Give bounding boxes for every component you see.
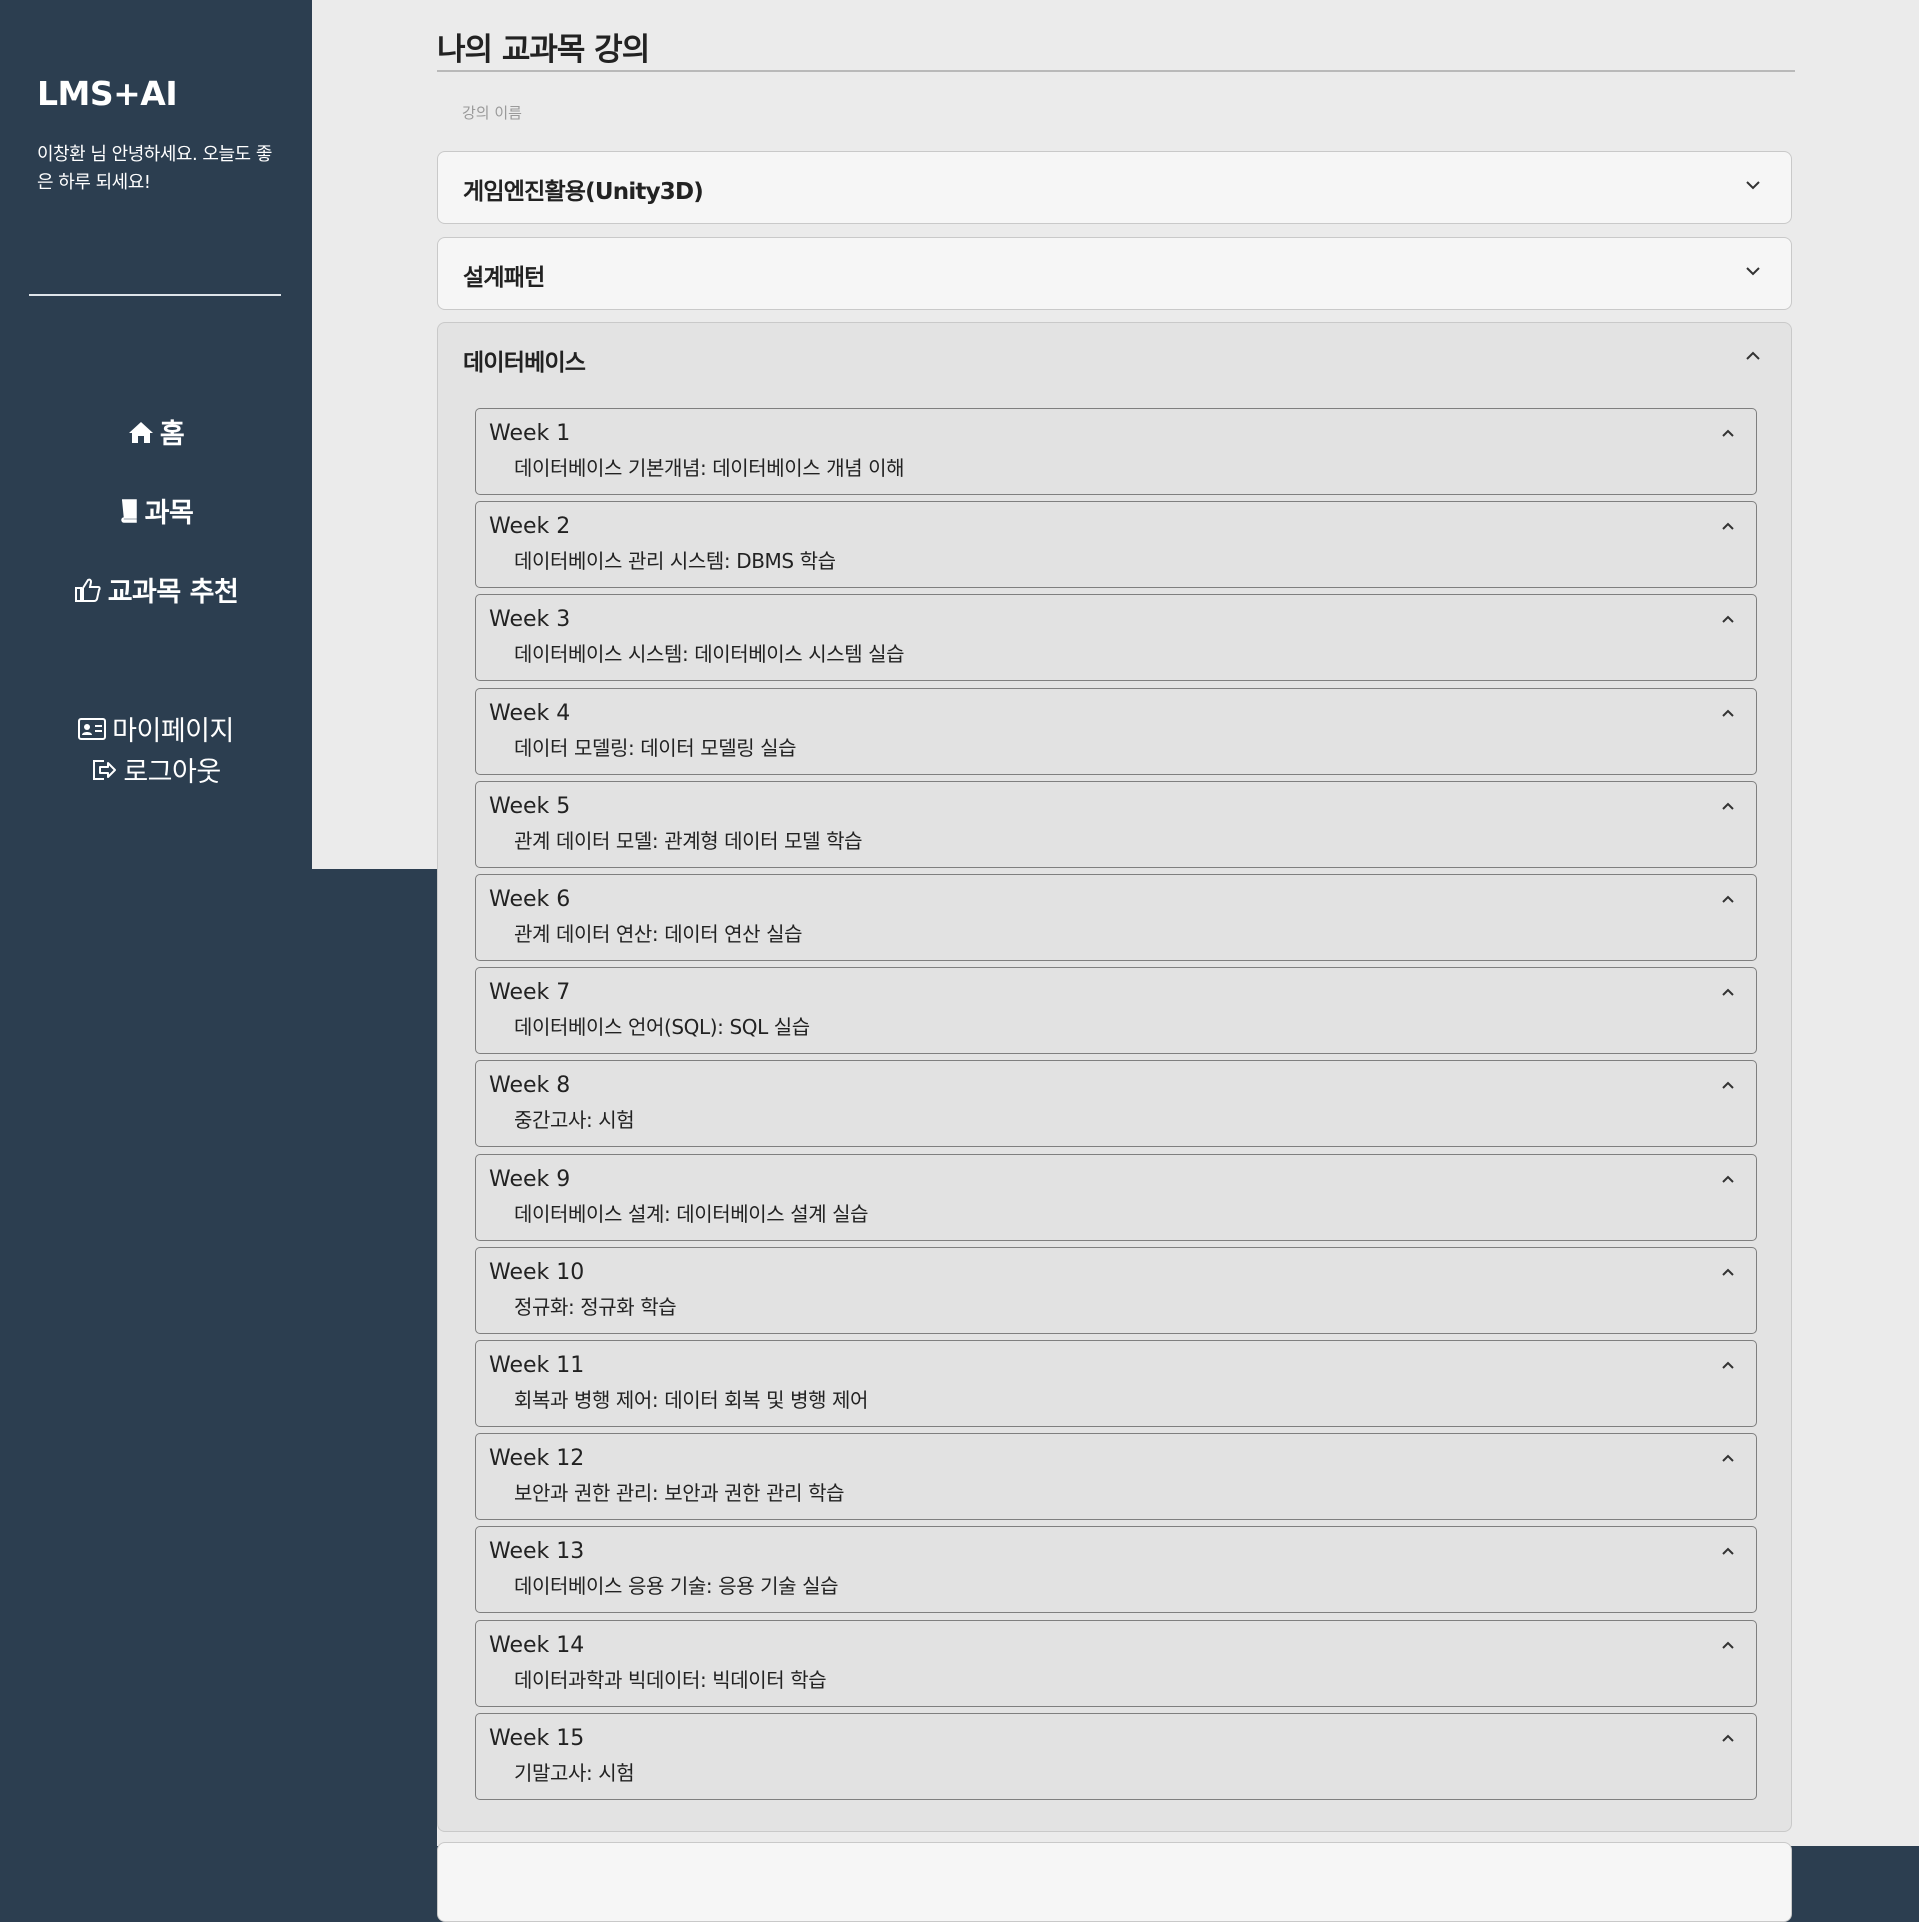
week-topic: 관계 데이터 모델: 관계형 데이터 모델 학습 <box>514 829 863 853</box>
nav-label-course: 과목 <box>144 498 194 529</box>
column-label: 강의 이름 <box>462 104 522 122</box>
course-header[interactable]: 게임엔진활용(Unity3D) <box>438 152 1791 224</box>
greeting-text: 이창환 님 안녕하세요. 오늘도 좋은 하루 되세요! <box>37 144 272 193</box>
week-topic: 데이터베이스 언어(SQL): SQL 실습 <box>514 1015 810 1039</box>
week-label: Week 15 <box>489 1726 585 1751</box>
week-topic: 데이터 모델링: 데이터 모델링 실습 <box>514 736 797 760</box>
nav-item-mypage[interactable]: 마이페이지 <box>0 709 312 748</box>
chevron-up-icon <box>1722 1361 1734 1369</box>
course-card: 게임엔진활용(Unity3D) <box>437 151 1792 224</box>
chevron-up-icon <box>1722 429 1734 437</box>
course-card: 설계패턴 <box>437 237 1792 310</box>
chevron-down-icon <box>1746 181 1760 190</box>
sidebar: LMS+AI 이창환 님 안녕하세요. 오늘도 좋은 하루 되세요! 홈 과목 … <box>0 0 312 1846</box>
chevron-up-icon <box>1722 1175 1734 1183</box>
week-label: Week 7 <box>489 980 571 1005</box>
week-label: Week 4 <box>489 701 571 726</box>
chevron-up-icon <box>1722 1268 1734 1276</box>
nav-item-logout[interactable]: 로그아웃 <box>0 750 312 789</box>
book-icon <box>119 498 139 523</box>
week-item[interactable]: Week 12 보안과 권한 관리: 보안과 권한 관리 학습 <box>475 1433 1757 1520</box>
content-background-right <box>1796 0 1919 1846</box>
chevron-up-icon <box>1722 988 1734 996</box>
week-item[interactable]: Week 11 회복과 병행 제어: 데이터 회복 및 병행 제어 <box>475 1340 1757 1427</box>
week-topic: 중간고사: 시험 <box>514 1108 635 1132</box>
nav-label-home: 홈 <box>159 419 185 450</box>
course-name: 데이터베이스 <box>463 350 586 376</box>
week-item[interactable]: Week 10 정규화: 정규화 학습 <box>475 1247 1757 1334</box>
title-divider <box>437 70 1795 72</box>
week-topic: 보안과 권한 관리: 보안과 권한 관리 학습 <box>514 1481 845 1505</box>
week-label: Week 2 <box>489 514 571 539</box>
week-item[interactable]: Week 13 데이터베이스 응용 기술: 응용 기술 실습 <box>475 1526 1757 1613</box>
week-item[interactable]: Week 1 데이터베이스 기본개념: 데이터베이스 개념 이해 <box>475 408 1757 495</box>
week-label: Week 1 <box>489 421 571 446</box>
course-name: 게임엔진활용(Unity3D) <box>463 179 704 205</box>
course-name: 설계패턴 <box>463 265 545 291</box>
week-label: Week 11 <box>489 1353 585 1378</box>
home-icon <box>128 420 154 444</box>
chevron-up-icon <box>1722 1081 1734 1089</box>
chevron-up-icon <box>1722 1547 1734 1555</box>
chevron-up-icon <box>1722 522 1734 530</box>
chevron-up-icon <box>1722 615 1734 623</box>
logout-icon <box>91 759 117 781</box>
week-label: Week 13 <box>489 1539 585 1564</box>
week-item[interactable]: Week 5 관계 데이터 모델: 관계형 데이터 모델 학습 <box>475 781 1757 868</box>
week-label: Week 12 <box>489 1446 585 1471</box>
week-topic: 데이터베이스 기본개념: 데이터베이스 개념 이해 <box>514 456 905 480</box>
nav-label-recommend: 교과목 추천 <box>107 577 239 608</box>
week-item[interactable]: Week 14 데이터과학과 빅데이터: 빅데이터 학습 <box>475 1620 1757 1707</box>
week-topic: 기말고사: 시험 <box>514 1761 635 1785</box>
week-label: Week 6 <box>489 887 571 912</box>
chevron-up-icon <box>1722 1641 1734 1649</box>
week-topic: 데이터베이스 관리 시스템: DBMS 학습 <box>514 549 836 573</box>
course-header[interactable]: 데이터베이스 <box>438 323 1791 395</box>
week-label: Week 3 <box>489 607 571 632</box>
week-label: Week 8 <box>489 1073 571 1098</box>
chevron-up-icon <box>1746 351 1760 360</box>
week-topic: 데이터베이스 설계: 데이터베이스 설계 실습 <box>514 1202 869 1226</box>
brand-logo: LMS+AI <box>37 74 178 113</box>
main-content: 나의 교과목 강의 강의 이름 게임엔진활용(Unity3D) 설계패턴 데이터… <box>437 0 1796 1922</box>
week-item[interactable]: Week 7 데이터베이스 언어(SQL): SQL 실습 <box>475 967 1757 1054</box>
week-item[interactable]: Week 3 데이터베이스 시스템: 데이터베이스 시스템 실습 <box>475 594 1757 681</box>
course-card-expanded: 데이터베이스 Week 1 데이터베이스 기본개념: 데이터베이스 개념 이해 We… <box>437 322 1792 1832</box>
chevron-up-icon <box>1722 802 1734 810</box>
page-title: 나의 교과목 강의 <box>437 32 650 68</box>
chevron-up-icon <box>1722 1734 1734 1742</box>
chevron-up-icon <box>1722 709 1734 717</box>
nav-item-recommend[interactable]: 교과목 추천 <box>0 570 312 609</box>
week-item[interactable]: Week 6 관계 데이터 연산: 데이터 연산 실습 <box>475 874 1757 961</box>
sidebar-divider <box>29 294 281 296</box>
week-topic: 데이터과학과 빅데이터: 빅데이터 학습 <box>514 1668 827 1692</box>
week-topic: 회복과 병행 제어: 데이터 회복 및 병행 제어 <box>514 1388 869 1412</box>
week-item[interactable]: Week 8 중간고사: 시험 <box>475 1060 1757 1147</box>
chevron-down-icon <box>1746 267 1760 276</box>
week-item[interactable]: Week 2 데이터베이스 관리 시스템: DBMS 학습 <box>475 501 1757 588</box>
week-topic: 데이터베이스 시스템: 데이터베이스 시스템 실습 <box>514 642 905 666</box>
thumbs-up-icon <box>74 577 102 603</box>
nav-label-mypage: 마이페이지 <box>112 716 234 747</box>
week-item[interactable]: Week 9 데이터베이스 설계: 데이터베이스 설계 실습 <box>475 1154 1757 1241</box>
week-item[interactable]: Week 15 기말고사: 시험 <box>475 1713 1757 1800</box>
course-card <box>437 1842 1792 1922</box>
nav-item-course[interactable]: 과목 <box>0 491 312 530</box>
week-topic: 정규화: 정규화 학습 <box>514 1295 677 1319</box>
nav-label-logout: 로그아웃 <box>123 757 221 788</box>
chevron-up-icon <box>1722 1454 1734 1462</box>
week-label: Week 14 <box>489 1633 585 1658</box>
course-header[interactable]: 설계패턴 <box>438 238 1791 310</box>
week-item[interactable]: Week 4 데이터 모델링: 데이터 모델링 실습 <box>475 688 1757 775</box>
week-topic: 관계 데이터 연산: 데이터 연산 실습 <box>514 922 803 946</box>
nav-item-home[interactable]: 홈 <box>0 412 312 451</box>
week-label: Week 9 <box>489 1167 571 1192</box>
id-card-icon <box>78 717 107 740</box>
chevron-up-icon <box>1722 895 1734 903</box>
week-label: Week 10 <box>489 1260 585 1285</box>
week-label: Week 5 <box>489 794 571 819</box>
week-topic: 데이터베이스 응용 기술: 응용 기술 실습 <box>514 1574 839 1598</box>
